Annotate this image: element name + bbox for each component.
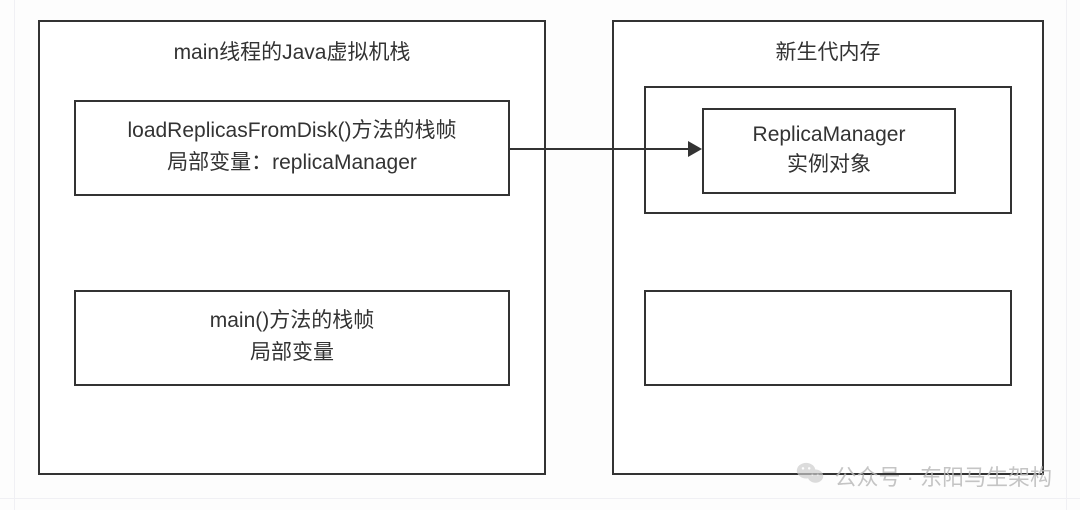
reference-arrow (510, 148, 690, 150)
watermark: 公众号 · 东阳马生架构 (796, 460, 1052, 492)
stack-frame-top-line1: loadReplicasFromDisk()方法的栈帧 (74, 116, 510, 145)
replica-manager-line1: ReplicaManager (702, 120, 956, 149)
heap-panel-title: 新生代内存 (612, 38, 1044, 67)
heap-slot-bottom (644, 290, 1012, 386)
reference-arrow-head (688, 141, 702, 157)
stack-frame-bottom-line2: 局部变量 (74, 338, 510, 367)
stack-panel-title: main线程的Java虚拟机栈 (38, 38, 546, 67)
replica-manager-line2: 实例对象 (702, 150, 956, 179)
stack-frame-top-line2: 局部变量：replicaManager (74, 148, 510, 177)
stack-frame-bottom-line1: main()方法的栈帧 (74, 306, 510, 335)
wechat-icon (796, 461, 824, 491)
stack-panel (38, 20, 546, 475)
watermark-text: 公众号 · 东阳马生架构 (834, 460, 1052, 492)
